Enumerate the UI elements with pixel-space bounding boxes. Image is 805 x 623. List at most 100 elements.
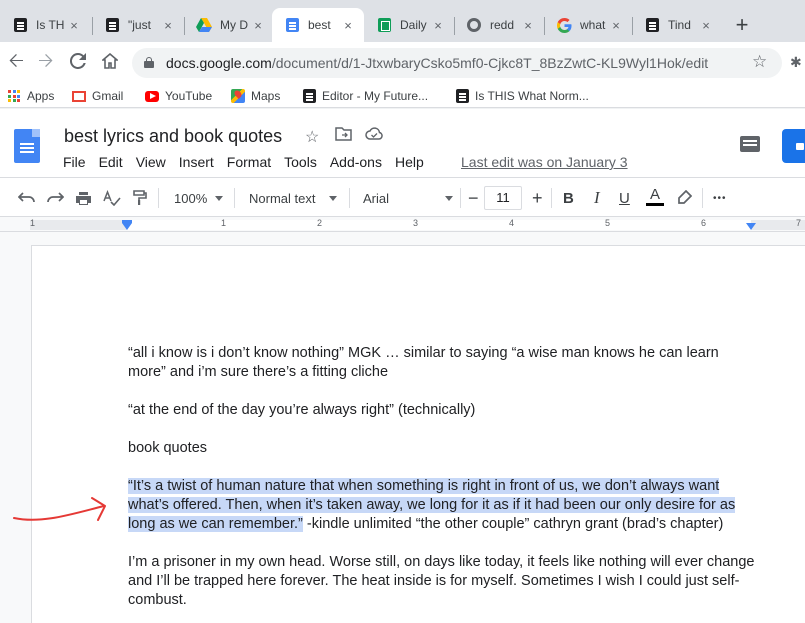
- docs-logo-icon[interactable]: [14, 129, 40, 163]
- close-icon[interactable]: ×: [250, 17, 266, 33]
- browser-tab-2[interactable]: "just ×: [92, 8, 184, 42]
- close-icon[interactable]: ×: [698, 17, 714, 33]
- browser-tab-1[interactable]: Is TH ×: [0, 8, 90, 42]
- left-indent-marker[interactable]: [122, 223, 132, 230]
- menu-edit[interactable]: Edit: [99, 154, 123, 170]
- font-dropdown[interactable]: Arial: [363, 187, 453, 209]
- menu-tools[interactable]: Tools: [284, 154, 317, 170]
- youtube-icon: [145, 89, 159, 103]
- bookmark-editor[interactable]: Editor - My Future...: [302, 88, 428, 104]
- browser-tab-3[interactable]: My D ×: [184, 8, 274, 42]
- ruler-number: 1: [30, 218, 36, 228]
- bookmark-star-icon[interactable]: ☆: [752, 52, 767, 72]
- underline-button[interactable]: U: [619, 187, 630, 209]
- docs-icon: [104, 17, 120, 33]
- print-button[interactable]: [75, 187, 92, 209]
- highlight-color-button[interactable]: [676, 187, 692, 209]
- right-indent-marker[interactable]: [746, 223, 756, 230]
- cloud-status-icon[interactable]: [365, 127, 383, 145]
- style-value: Normal text: [249, 190, 316, 206]
- bookmark-apps[interactable]: Apps: [7, 88, 54, 104]
- redo-button[interactable]: [46, 187, 64, 209]
- more-options-button[interactable]: •••: [713, 187, 727, 209]
- undo-button[interactable]: [18, 187, 36, 209]
- paint-format-button[interactable]: [132, 187, 148, 209]
- tab-label: "just: [128, 18, 151, 32]
- zoom-value: 100%: [174, 190, 208, 206]
- ruler-number: 7: [796, 218, 802, 228]
- bookmark-youtube[interactable]: YouTube: [145, 88, 212, 104]
- paint-format-icon: [133, 190, 147, 205]
- browser-tab-4[interactable]: best ×: [272, 8, 364, 42]
- back-button[interactable]: [4, 51, 28, 75]
- address-bar[interactable]: docs.google.com/document/d/1-JtxwbaryCsk…: [132, 48, 782, 78]
- docs-icon: [302, 89, 316, 103]
- close-icon[interactable]: ×: [66, 17, 82, 33]
- comment-history-icon[interactable]: [740, 136, 760, 152]
- home-button[interactable]: [98, 51, 122, 75]
- extension-icon[interactable]: ✱: [790, 54, 802, 71]
- document-title[interactable]: best lyrics and book quotes: [64, 126, 282, 147]
- bookmark-label: Is THIS What Norm...: [475, 89, 589, 103]
- browser-tab-5[interactable]: Daily ×: [364, 8, 454, 42]
- menu-file[interactable]: File: [63, 154, 86, 170]
- text-color-button[interactable]: A: [646, 187, 664, 209]
- menu-view[interactable]: View: [136, 154, 166, 170]
- browser-tab-strip: Is TH × "just × My D × best × Daily × re…: [0, 0, 805, 42]
- bookmark-maps[interactable]: Maps: [231, 88, 280, 104]
- font-size-input[interactable]: 11: [484, 186, 522, 210]
- zoom-dropdown[interactable]: 100%: [174, 187, 224, 209]
- share-button[interactable]: [782, 129, 805, 163]
- italic-button[interactable]: I: [594, 187, 600, 209]
- star-icon[interactable]: ☆: [305, 127, 319, 147]
- reload-button[interactable]: [66, 51, 90, 75]
- docs-icon: [12, 17, 28, 33]
- ruler-left-margin: [30, 220, 127, 230]
- bookmark-is-this[interactable]: Is THIS What Norm...: [455, 88, 589, 104]
- close-icon[interactable]: ×: [160, 17, 176, 33]
- tab-label: Is TH: [36, 18, 65, 32]
- close-icon[interactable]: ×: [430, 17, 446, 33]
- google-icon: [556, 17, 572, 33]
- maps-icon: [231, 89, 245, 103]
- bold-button[interactable]: B: [563, 187, 574, 209]
- menu-format[interactable]: Format: [227, 154, 271, 170]
- browser-tab-6[interactable]: redd ×: [454, 8, 544, 42]
- browser-tab-7[interactable]: what ×: [544, 8, 632, 42]
- toolbar-divider: [551, 188, 552, 208]
- toolbar-divider: [234, 188, 235, 208]
- undo-icon: [18, 192, 35, 203]
- close-icon[interactable]: ×: [340, 17, 356, 33]
- bookmark-label: YouTube: [165, 89, 213, 103]
- decrease-font-size-button[interactable]: −: [468, 187, 479, 209]
- tab-label: what: [580, 18, 606, 32]
- document-body[interactable]: “all i know is i don’t know nothing” MGK…: [128, 344, 758, 623]
- menu-help[interactable]: Help: [395, 154, 424, 170]
- forward-button[interactable]: [34, 51, 58, 75]
- paragraph-prisoner: I’m a prisoner in my own head. Worse sti…: [128, 554, 755, 608]
- document-page[interactable]: “all i know is i don’t know nothing” MGK…: [32, 246, 805, 623]
- bookmark-label: Editor - My Future...: [322, 89, 429, 103]
- menu-insert[interactable]: Insert: [179, 154, 214, 170]
- close-icon[interactable]: ×: [608, 17, 624, 33]
- highlighter-icon: [678, 190, 692, 204]
- paragraph-style-dropdown[interactable]: Normal text: [249, 187, 338, 209]
- spellcheck-button[interactable]: [103, 187, 121, 209]
- bookmark-gmail[interactable]: Gmail: [72, 88, 123, 104]
- new-tab-button[interactable]: +: [730, 14, 754, 38]
- last-edit-link[interactable]: Last edit was on January 3: [461, 154, 628, 170]
- move-folder-icon[interactable]: [335, 127, 352, 146]
- quote-attribution: -kindle unlimited “the other couple” cat…: [302, 516, 724, 532]
- close-icon[interactable]: ×: [520, 17, 536, 33]
- browser-tab-8[interactable]: Tind ×: [632, 8, 722, 42]
- paragraph-book-quotes-heading: book quotes: [128, 440, 208, 456]
- tab-label: My D: [220, 18, 248, 32]
- tab-label: Daily: [400, 18, 427, 32]
- increase-font-size-button[interactable]: +: [532, 187, 543, 209]
- menu-addons[interactable]: Add-ons: [330, 154, 382, 170]
- chevron-down-icon: [215, 195, 224, 201]
- globe-icon: [466, 17, 482, 33]
- screen: Is TH × "just × My D × best × Daily × re…: [0, 0, 805, 623]
- tab-label: best: [308, 18, 331, 32]
- docs-menubar: File Edit View Insert Format Tools Add-o…: [63, 154, 437, 170]
